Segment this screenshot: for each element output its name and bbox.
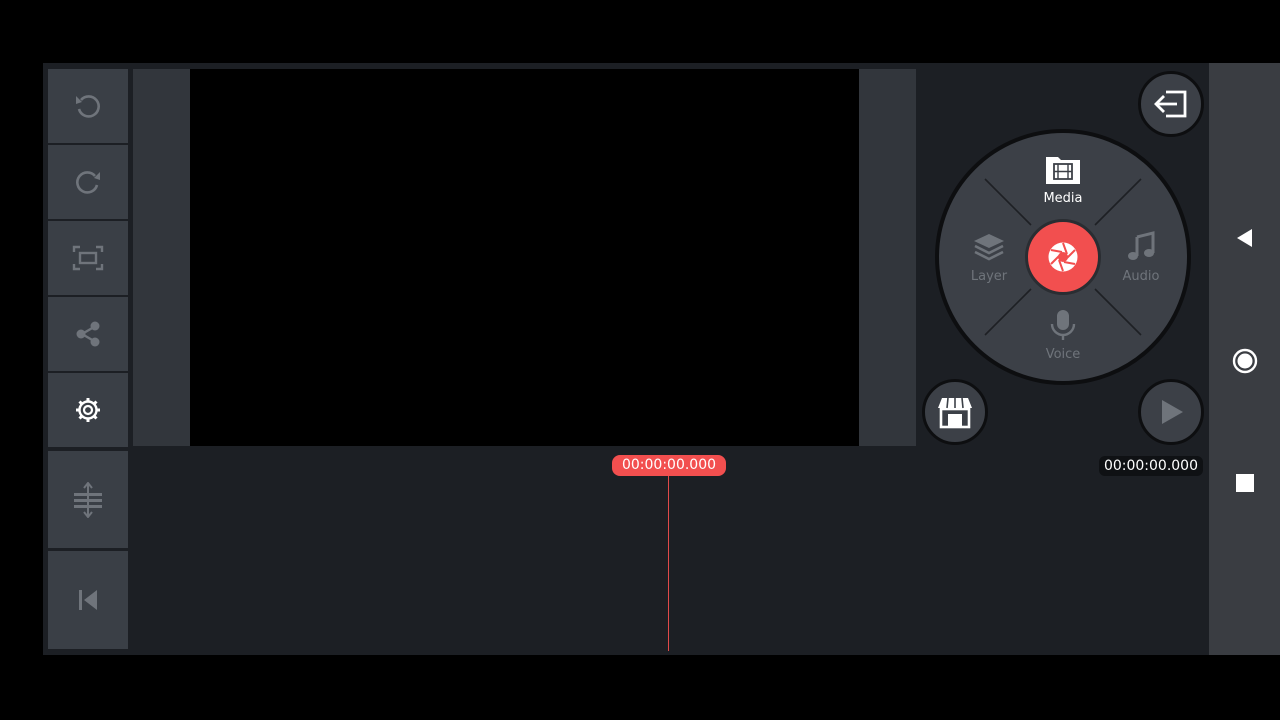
skip-to-start-icon — [79, 590, 97, 610]
right-panel: Media Layer Audio Voice — [919, 69, 1209, 446]
timeline[interactable]: 00:00:00.000 00:00:00.000 — [133, 451, 1209, 655]
preview-frame — [133, 69, 916, 446]
home-button[interactable] — [1209, 347, 1280, 375]
media-wheel: Media Layer Audio Voice — [935, 129, 1191, 385]
capture-frame-icon — [72, 245, 104, 271]
back-triangle-icon — [1236, 229, 1252, 247]
recents-square-icon — [1235, 474, 1254, 492]
adjust-tracks-button[interactable] — [48, 451, 128, 548]
skip-to-start-button[interactable] — [48, 551, 128, 649]
store-icon — [938, 397, 972, 429]
home-circle-icon — [1232, 348, 1257, 374]
audio-button[interactable]: Audio — [1101, 231, 1181, 284]
layer-button[interactable]: Layer — [949, 231, 1029, 284]
redo-icon — [76, 171, 100, 194]
play-icon — [1162, 400, 1183, 424]
media-label: Media — [1043, 191, 1083, 206]
music-note-icon — [1128, 231, 1155, 260]
exit-button[interactable] — [1138, 71, 1204, 137]
undo-button[interactable] — [48, 69, 128, 143]
audio-label: Audio — [1122, 269, 1160, 284]
exit-icon — [1154, 90, 1187, 118]
system-navigation-bar — [1209, 63, 1280, 655]
camera-capture-button[interactable] — [1025, 219, 1101, 295]
play-button[interactable] — [1138, 379, 1204, 445]
voice-label: Voice — [1045, 347, 1081, 362]
total-duration: 00:00:00.000 — [1098, 456, 1203, 476]
voice-button[interactable]: Voice — [1023, 309, 1103, 362]
settings-button[interactable] — [48, 373, 128, 447]
back-button[interactable] — [1209, 227, 1280, 249]
recents-button[interactable] — [1209, 473, 1280, 493]
undo-icon — [76, 95, 100, 118]
gear-icon — [76, 398, 100, 422]
microphone-icon — [1050, 310, 1076, 340]
camera-shutter-icon — [1048, 242, 1078, 272]
redo-button[interactable] — [48, 145, 128, 219]
playhead-line[interactable] — [668, 476, 669, 651]
layer-icon — [974, 234, 1004, 261]
media-folder-icon — [1046, 157, 1080, 184]
playhead-time[interactable]: 00:00:00.000 — [612, 455, 726, 476]
video-preview[interactable] — [190, 69, 859, 446]
share-button[interactable] — [48, 297, 128, 371]
asset-store-button[interactable] — [922, 379, 988, 445]
layer-label: Layer — [970, 269, 1008, 284]
adjust-tracks-icon — [74, 481, 102, 518]
video-editor-app: Media Layer Audio Voice 00:00:00.000 00:… — [43, 63, 1209, 655]
media-button[interactable]: Media — [1023, 153, 1103, 206]
capture-frame-button[interactable] — [48, 221, 128, 295]
share-icon — [76, 321, 100, 347]
